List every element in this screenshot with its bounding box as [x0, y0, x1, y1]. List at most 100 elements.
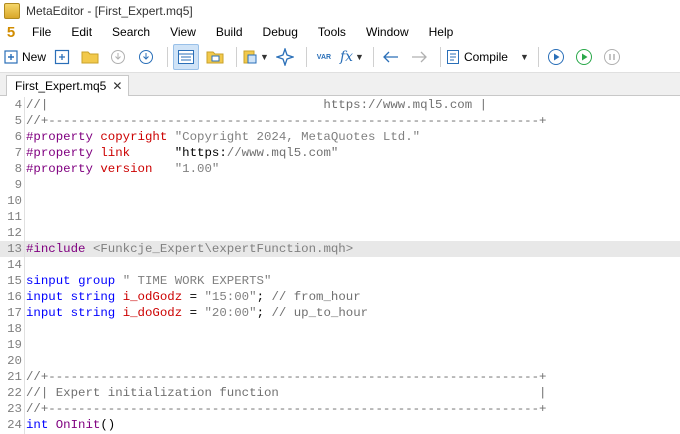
code-line[interactable]: 18 — [0, 321, 680, 337]
line-number: 6 — [14, 130, 22, 144]
toolbar-separator — [439, 47, 441, 67]
clipboard-icon — [243, 50, 257, 64]
code-line[interactable]: 21 //+-----------------------------------… — [0, 369, 680, 385]
tab-label: First_Expert.mq5 — [15, 79, 107, 93]
save-down-icon — [111, 50, 126, 64]
line-number: 11 — [7, 210, 22, 224]
run-button[interactable] — [572, 45, 596, 69]
code-line[interactable]: 24 int OnInit() — [0, 417, 680, 433]
toolbar-separator — [305, 47, 307, 67]
pause-button[interactable] — [600, 45, 624, 69]
code-line[interactable]: 17 input string i_doGodz = "20:00"; // up… — [0, 305, 680, 321]
folder-open-icon — [206, 51, 224, 64]
toolbar-separator — [236, 47, 238, 67]
insert-variable-button[interactable]: VAR — [312, 45, 336, 69]
menu-file[interactable]: File — [22, 22, 61, 42]
main-toolbar: New ▼ VAR f𝑥 ▼ Compile ▼ — [0, 42, 680, 73]
line-number: 7 — [14, 146, 22, 160]
new-button-label: New — [22, 50, 47, 64]
ai-assistant-button[interactable] — [273, 45, 297, 69]
code-line[interactable]: 20 — [0, 353, 680, 369]
new-file-icon — [4, 50, 18, 64]
menu-window[interactable]: Window — [356, 22, 419, 42]
line-number: 14 — [7, 258, 22, 272]
save-all-button[interactable] — [134, 45, 158, 69]
menu-edit[interactable]: Edit — [61, 22, 102, 42]
code-line[interactable]: 13 #include <Funkcje_Expert\expertFunctio… — [0, 241, 680, 257]
code-text: sinput group " TIME WORK EXPERTS" — [26, 274, 272, 288]
toolbar-separator — [372, 47, 374, 67]
clipboard-dropdown-button[interactable]: ▼ — [242, 45, 269, 69]
gutter-divider — [24, 97, 25, 434]
code-line[interactable]: 8 #property version "1.00" — [0, 161, 680, 177]
code-line[interactable]: 22 //| Expert initialization function | — [0, 385, 680, 401]
play-icon — [575, 49, 592, 65]
sparkle-icon — [275, 48, 294, 66]
menu-tools[interactable]: Tools — [308, 22, 356, 42]
code-line[interactable]: 11 — [0, 209, 680, 225]
menu-search[interactable]: Search — [102, 22, 160, 42]
line-number: 23 — [7, 402, 22, 416]
navigate-forward-button[interactable] — [407, 45, 431, 69]
document-tab-bar: First_Expert.mq5 ✕ — [0, 73, 680, 96]
code-line[interactable]: 16 input string i_odGodz = "15:00"; // fr… — [0, 289, 680, 305]
code-text: int OnInit() — [26, 418, 116, 432]
menu-view[interactable]: View — [160, 22, 206, 42]
toolbar-separator — [167, 47, 169, 67]
menu-help[interactable]: Help — [419, 22, 464, 42]
chevron-down-icon: ▼ — [355, 52, 364, 62]
menu-build[interactable]: Build — [206, 22, 253, 42]
function-icon: f𝑥 — [339, 49, 354, 65]
tab-first-expert[interactable]: First_Expert.mq5 ✕ — [6, 75, 130, 96]
code-line[interactable]: 23 //+-----------------------------------… — [0, 401, 680, 417]
line-number: 8 — [14, 162, 22, 176]
add-icon — [54, 49, 70, 65]
code-text: #property link "https://www.mql5.com" — [26, 146, 339, 160]
open-button[interactable] — [78, 45, 102, 69]
close-icon[interactable]: ✕ — [112, 79, 122, 93]
code-line[interactable]: 4 //| https://www.mql5.com | — [0, 97, 680, 113]
code-text: #property copyright "Copyright 2024, Met… — [26, 130, 421, 144]
chevron-down-icon: ▼ — [260, 52, 269, 62]
save-button[interactable] — [106, 45, 130, 69]
chevron-down-icon: ▼ — [519, 52, 529, 62]
code-line[interactable]: 5 //+------------------------------------… — [0, 113, 680, 129]
navigate-back-button[interactable] — [379, 45, 403, 69]
arrow-right-icon — [411, 51, 427, 63]
compile-button[interactable]: Compile ▼ — [446, 45, 529, 69]
pause-icon — [603, 49, 620, 65]
code-line[interactable]: 14 — [0, 257, 680, 273]
mql5-logo-icon[interactable]: 5 — [0, 24, 22, 41]
folder-view-button[interactable] — [203, 45, 227, 69]
new-button[interactable]: New — [4, 45, 46, 69]
insert-function-button[interactable]: f𝑥 ▼ — [340, 45, 364, 69]
new-window-button[interactable] — [50, 45, 74, 69]
code-line[interactable]: 9 — [0, 177, 680, 193]
code-line[interactable]: 7 #property link "https://www.mql5.com" — [0, 145, 680, 161]
code-line[interactable]: 15 sinput group " TIME WORK EXPERTS" — [0, 273, 680, 289]
menu-debug[interactable]: Debug — [253, 22, 308, 42]
start-debug-button[interactable] — [544, 45, 568, 69]
navigator-toggle-button[interactable] — [173, 44, 200, 70]
code-lines: 4 //| https://www.mql5.com | 5 //+---------… — [0, 97, 680, 433]
line-number: 13 — [7, 242, 22, 256]
code-line[interactable]: 10 — [0, 193, 680, 209]
code-text: //| Expert initialization function | — [26, 386, 547, 400]
code-line[interactable]: 12 — [0, 225, 680, 241]
code-line[interactable]: 6 #property copyright "Copyright 2024, Me… — [0, 129, 680, 145]
code-text: #include <Funkcje_Expert\expertFunction.… — [26, 242, 354, 256]
code-line[interactable]: 19 — [0, 337, 680, 353]
download-icon — [139, 50, 154, 64]
folder-icon — [81, 51, 99, 64]
menu-bar: 5 File Edit Search View Build Debug Tool… — [0, 22, 680, 42]
compile-icon — [446, 50, 459, 64]
code-editor[interactable]: 4 //| https://www.mql5.com | 5 //+---------… — [0, 97, 680, 434]
line-number: 22 — [7, 386, 22, 400]
line-number: 12 — [7, 226, 22, 240]
line-number: 17 — [7, 306, 22, 320]
title-bar: MetaEditor - [First_Expert.mq5] — [0, 0, 680, 22]
code-text: //| https://www.mql5.com | — [26, 98, 488, 112]
